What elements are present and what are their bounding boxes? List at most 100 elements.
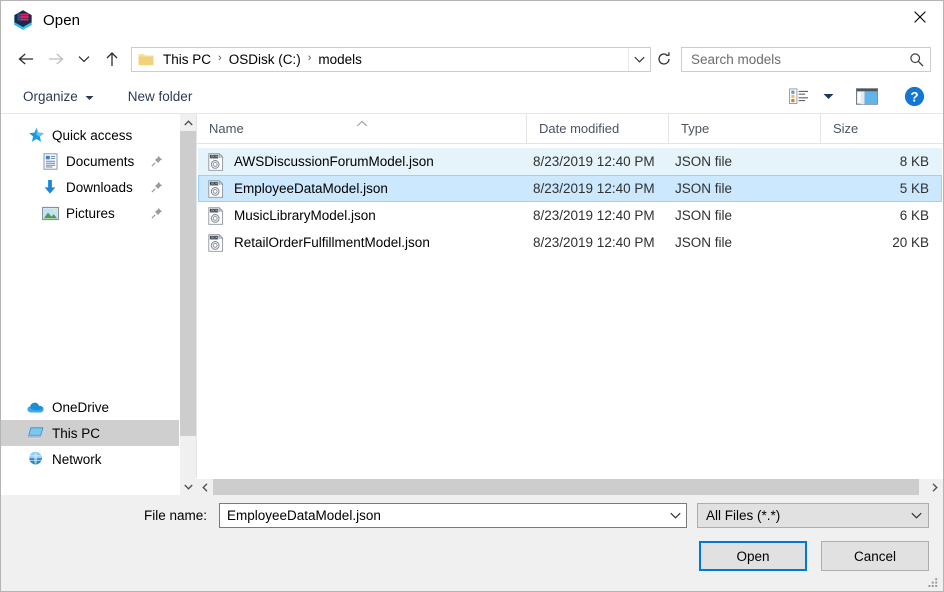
pin-icon[interactable] [151,155,163,167]
sidebar-item-network[interactable]: Network [1,446,179,472]
up-button[interactable] [97,44,127,74]
open-button-label: Open [736,549,769,564]
sidebar-item-onedrive[interactable]: OneDrive [1,394,179,420]
close-button[interactable] [897,1,943,33]
dialog-footer: File name: EmployeeDataModel.json All Fi… [1,495,943,591]
breadcrumb-item-this-pc[interactable]: This PC [160,51,214,68]
scroll-right-button[interactable] [926,479,943,495]
sidebar-scroll-track[interactable] [180,131,196,478]
scroll-left-button[interactable] [196,479,213,495]
new-folder-button[interactable]: New folder [120,84,201,108]
chevron-down-icon[interactable] [904,512,928,519]
sidebar-item-quick-access[interactable]: Quick access [1,122,179,148]
file-type-cell: JSON file [671,208,823,223]
svg-text:JSON: JSON [210,235,218,239]
folder-icon [138,52,154,67]
chevron-down-icon[interactable] [664,512,686,519]
navigation-bar: This PC › OSDisk (C:) › models Search mo… [1,39,943,79]
sidebar-scroll-thumb[interactable] [180,131,196,436]
file-name-value[interactable]: EmployeeDataModel.json [220,508,664,523]
preview-pane-icon[interactable] [844,83,890,109]
sidebar-label-this-pc: This PC [52,426,100,441]
refresh-button[interactable] [651,47,677,72]
star-icon [27,126,45,144]
pictures-icon [41,204,59,222]
column-header-name[interactable]: Name [197,114,527,143]
file-name-label: MusicLibraryModel.json [234,208,376,223]
open-file-dialog: Open [0,0,944,592]
back-button[interactable] [11,44,41,74]
dialog-button-row: Open Cancel [1,535,943,571]
address-bar[interactable]: This PC › OSDisk (C:) › models [131,47,651,72]
sidebar-spacer [1,226,179,394]
file-type-filter-select[interactable]: All Files (*.*) [697,503,929,528]
table-row[interactable]: JSON AWSDiscussionForumModel.json 8/23/2… [198,148,942,175]
file-size-cell: 5 KB [823,181,941,196]
navigation-pane: Quick access Documents [1,113,196,495]
forward-button [41,44,71,74]
recent-locations-button[interactable] [71,44,97,74]
file-name-input[interactable]: EmployeeDataModel.json [219,503,687,528]
sidebar-item-this-pc[interactable]: This PC [1,420,179,446]
search-icon[interactable] [902,52,930,67]
file-name-label-static: File name: [1,508,219,523]
json-file-icon: JSON [207,234,225,252]
dialog-body: Quick access Documents [1,113,943,495]
file-name-cell: JSON RetailOrderFulfillmentModel.json [199,234,529,252]
file-name-label: AWSDiscussionForumModel.json [234,154,434,169]
column-header-row: Name Date modified Type Size [197,113,943,144]
sidebar-item-documents[interactable]: Documents [1,148,179,174]
file-date-cell: 8/23/2019 12:40 PM [529,181,671,196]
json-file-icon: JSON [207,207,225,225]
column-header-type[interactable]: Type [669,114,821,143]
table-row[interactable]: JSON EmployeeDataModel.json 8/23/2019 12… [198,175,942,202]
sidebar-item-downloads[interactable]: Downloads [1,174,179,200]
search-box[interactable]: Search models [681,47,931,72]
sort-ascending-icon [356,115,368,130]
column-header-size[interactable]: Size [821,114,943,143]
resize-grip-icon[interactable] [927,576,939,588]
help-icon[interactable]: ? [890,83,935,109]
table-row[interactable]: JSON MusicLibraryModel.json 8/23/2019 12… [198,202,942,229]
breadcrumb-separator-1[interactable]: › [214,52,226,64]
file-type-filter-value: All Files (*.*) [698,508,904,523]
sidebar-label-pictures: Pictures [66,206,115,221]
horizontal-scroll-track[interactable] [213,479,926,495]
scroll-up-button[interactable] [180,114,196,131]
cancel-button[interactable]: Cancel [821,541,929,571]
column-label-name: Name [209,121,244,136]
breadcrumb-item-osdisk[interactable]: OSDisk (C:) [226,51,304,68]
file-date-cell: 8/23/2019 12:40 PM [529,235,671,250]
scroll-down-button[interactable] [180,478,196,495]
file-list-horizontal-scrollbar[interactable] [196,478,943,495]
breadcrumb-item-models[interactable]: models [315,51,365,68]
column-label-size: Size [833,121,858,136]
file-list: JSON AWSDiscussionForumModel.json 8/23/2… [197,144,943,495]
address-dropdown-button[interactable] [628,48,650,71]
file-size-cell: 20 KB [823,235,941,250]
chevron-down-icon [85,89,94,104]
cancel-button-label: Cancel [854,549,896,564]
horizontal-scroll-thumb[interactable] [213,479,919,495]
view-list-icon[interactable] [785,83,813,109]
column-label-type: Type [681,121,709,136]
view-dropdown-button[interactable] [813,83,844,109]
file-size-cell: 8 KB [823,154,941,169]
json-file-icon: JSON [207,180,225,198]
search-input[interactable]: Search models [682,52,902,67]
table-row[interactable]: JSON RetailOrderFulfillmentModel.json 8/… [198,229,942,256]
open-button[interactable]: Open [699,541,807,571]
breadcrumb-separator-2[interactable]: › [304,52,316,64]
pin-icon[interactable] [151,207,163,219]
organize-button[interactable]: Organize [15,84,102,108]
column-header-date-modified[interactable]: Date modified [527,114,669,143]
sidebar-label-onedrive: OneDrive [52,400,109,415]
column-label-date-modified: Date modified [539,121,619,136]
sidebar-item-pictures[interactable]: Pictures [1,200,179,226]
file-type-cell: JSON file [671,154,823,169]
sidebar-scrollbar[interactable] [179,114,196,495]
organize-label: Organize [23,89,78,104]
file-type-cell: JSON file [671,235,823,250]
sidebar-label-documents: Documents [66,154,134,169]
pin-icon[interactable] [151,181,163,193]
